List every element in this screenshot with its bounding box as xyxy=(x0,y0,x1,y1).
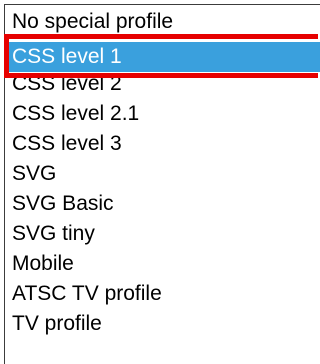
option-atsc-tv-profile[interactable]: ATSC TV profile xyxy=(5,279,320,309)
option-css-level-3[interactable]: CSS level 3 xyxy=(5,129,320,159)
option-css-level-1[interactable]: CSS level 1 xyxy=(5,42,320,72)
option-svg-tiny[interactable]: SVG tiny xyxy=(5,219,320,249)
option-svg-basic[interactable]: SVG Basic xyxy=(5,189,320,219)
option-tv-profile[interactable]: TV profile xyxy=(5,309,320,339)
option-svg[interactable]: SVG xyxy=(5,159,320,189)
option-no-special-profile[interactable]: No special profile xyxy=(5,7,320,37)
option-css-level-2-1[interactable]: CSS level 2.1 xyxy=(5,99,320,129)
option-css-level-2[interactable]: CSS level 2 xyxy=(5,69,320,99)
option-mobile[interactable]: Mobile xyxy=(5,249,320,279)
profile-listbox[interactable]: No special profile CSS level 1 CSS level… xyxy=(4,4,320,364)
